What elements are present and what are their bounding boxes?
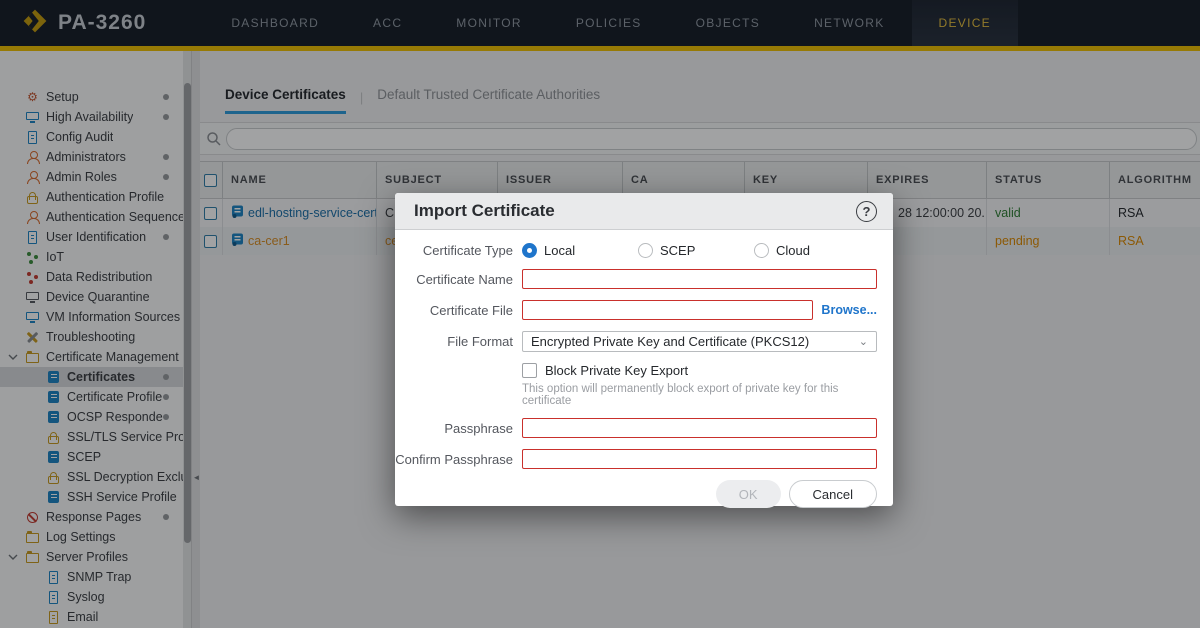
dialog-header: Import Certificate ?	[395, 193, 893, 230]
file-format-row: File Format Encrypted Private Key and Ce…	[395, 331, 893, 352]
radio-label: Local	[544, 243, 575, 258]
radio-selected-icon[interactable]	[522, 243, 537, 258]
dialog-footer: OK Cancel	[395, 480, 893, 525]
certificate-name-input[interactable]	[522, 269, 877, 289]
radio-label: Cloud	[776, 243, 810, 258]
dialog-title: Import Certificate	[414, 201, 555, 221]
file-format-select[interactable]: Encrypted Private Key and Certificate (P…	[522, 331, 877, 352]
block-private-key-checkbox[interactable]	[522, 363, 537, 378]
help-icon[interactable]: ?	[856, 201, 877, 222]
radio-unselected-icon[interactable]	[754, 243, 769, 258]
radio-scep[interactable]: SCEP	[638, 243, 754, 258]
certificate-type-label: Certificate Type	[395, 243, 513, 258]
file-format-label: File Format	[395, 334, 513, 349]
block-private-key-helper-text: This option will permanently block expor…	[522, 383, 877, 407]
radio-cloud[interactable]: Cloud	[754, 243, 870, 258]
ok-button[interactable]: OK	[716, 480, 781, 508]
confirm-passphrase-input[interactable]	[522, 449, 877, 469]
certificate-type-row: Certificate Type Local SCEP Cloud	[395, 243, 893, 258]
certificate-file-label: Certificate File	[395, 303, 513, 318]
pan-os-device-page: PA-3260 DASHBOARDACCMONITORPOLICIESOBJEC…	[0, 0, 1200, 628]
dialog-body: Certificate Type Local SCEP Cloud Certific…	[395, 230, 893, 480]
block-private-key-row: Block Private Key Export	[395, 363, 893, 378]
radio-label: SCEP	[660, 243, 695, 258]
passphrase-input[interactable]	[522, 418, 877, 438]
radio-local[interactable]: Local	[522, 243, 638, 258]
confirm-passphrase-row: Confirm Passphrase	[395, 449, 893, 469]
certificate-type-radio-group: Local SCEP Cloud	[522, 243, 877, 258]
file-format-value: Encrypted Private Key and Certificate (P…	[531, 334, 809, 349]
confirm-passphrase-label: Confirm Passphrase	[395, 452, 513, 467]
import-certificate-dialog: Import Certificate ? Certificate Type Lo…	[395, 193, 893, 506]
chevron-down-icon: ⌄	[859, 335, 868, 348]
cancel-button[interactable]: Cancel	[789, 480, 877, 508]
browse-button[interactable]: Browse...	[821, 303, 877, 317]
certificate-name-row: Certificate Name	[395, 269, 893, 289]
passphrase-label: Passphrase	[395, 421, 513, 436]
passphrase-row: Passphrase	[395, 418, 893, 438]
certificate-file-input[interactable]	[522, 300, 813, 320]
radio-unselected-icon[interactable]	[638, 243, 653, 258]
certificate-name-label: Certificate Name	[395, 272, 513, 287]
block-private-key-label: Block Private Key Export	[545, 363, 688, 378]
certificate-file-row: Certificate File Browse...	[395, 300, 893, 320]
